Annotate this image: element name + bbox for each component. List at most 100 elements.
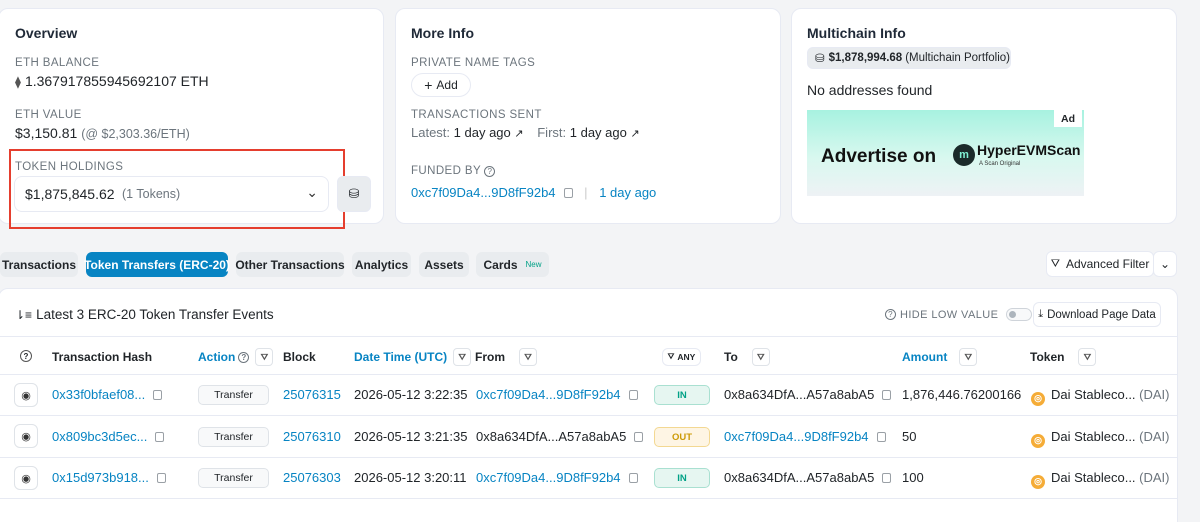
toggle-switch[interactable] bbox=[1006, 308, 1033, 321]
funded-by-address[interactable]: 0xc7f09Da4...9D8fF92b4 bbox=[411, 185, 556, 200]
download-label: Download Page Data bbox=[1047, 308, 1156, 321]
to-address: 0x8a634DfA...A57a8abA5 bbox=[724, 470, 892, 485]
info-icon: ? bbox=[885, 309, 896, 320]
header-from-label: From bbox=[475, 350, 505, 364]
filter-icon[interactable]: ⛛ bbox=[751, 348, 770, 366]
tab-assets[interactable]: Assets bbox=[419, 252, 469, 277]
add-tag-button[interactable]: + Add bbox=[411, 73, 471, 97]
new-badge: New bbox=[525, 260, 542, 269]
table-title: ⇂≡ Latest 3 ERC-20 Token Transfer Events bbox=[15, 307, 274, 322]
datetime: 2026-05-12 3:22:35 bbox=[354, 387, 468, 402]
advanced-filter-button[interactable]: ⛛ Advanced Filter bbox=[1046, 251, 1154, 277]
eye-icon[interactable]: ◉ bbox=[14, 383, 38, 407]
eye-icon[interactable]: ◉ bbox=[14, 424, 38, 448]
token[interactable]: ◎ Dai Stableco... (DAI) bbox=[1031, 387, 1170, 406]
token-holdings-count: (1 Tokens) bbox=[122, 187, 181, 201]
info-icon: ? bbox=[238, 351, 250, 363]
eth-value-amount: $3,150.81 bbox=[15, 125, 78, 141]
token-holdings-dropdown[interactable]: $1,875,845.62 (1 Tokens) ⌄ bbox=[14, 176, 329, 212]
to-address[interactable]: 0xc7f09Da4...9D8fF92b4 bbox=[724, 429, 886, 444]
tx-hash[interactable]: 0x809bc3d5ec... bbox=[52, 429, 165, 444]
copy-icon[interactable] bbox=[563, 188, 573, 198]
header-token-label: Token bbox=[1030, 350, 1065, 364]
chevron-down-icon: ⌄ bbox=[1159, 257, 1171, 271]
filter-icon[interactable]: ⛛ bbox=[255, 348, 274, 366]
funded-by-row: 0xc7f09Da4...9D8fF92b4 | 1 day ago bbox=[411, 185, 656, 200]
copy-icon[interactable] bbox=[156, 473, 166, 483]
overview-title: Overview bbox=[15, 25, 78, 41]
from-address-text[interactable]: 0xc7f09Da4...9D8fF92b4 bbox=[476, 470, 621, 485]
tab-transactions[interactable]: Transactions bbox=[0, 252, 78, 277]
first-value: 1 day ago bbox=[569, 125, 627, 140]
tab-token-transfers[interactable]: Token Transfers (ERC-20) bbox=[84, 252, 230, 277]
ad-banner[interactable]: Ad Advertise on m HyperEVMScan A Scan Or… bbox=[807, 110, 1084, 196]
external-link-icon[interactable]: ↗ bbox=[630, 128, 639, 140]
tab-other-transactions[interactable]: Other Transactions bbox=[235, 252, 345, 277]
external-link-icon[interactable]: ↗ bbox=[514, 128, 523, 140]
funded-by-time[interactable]: 1 day ago bbox=[599, 185, 656, 200]
header-action[interactable]: Action ? ⛛ bbox=[198, 348, 274, 366]
multichain-portfolio-button[interactable]: ⛁ bbox=[337, 176, 371, 212]
filter-icon[interactable]: ⛛ bbox=[1078, 348, 1097, 366]
to-address-text[interactable]: 0xc7f09Da4...9D8fF92b4 bbox=[724, 429, 869, 444]
tx-hash[interactable]: 0x33f0bfaef08... bbox=[52, 387, 163, 402]
from-address-text[interactable]: 0xc7f09Da4...9D8fF92b4 bbox=[476, 387, 621, 402]
filter-icon[interactable]: ⛛ bbox=[959, 348, 978, 366]
tx-sent-values: Latest: 1 day ago ↗ First: 1 day ago ↗ bbox=[411, 125, 640, 140]
token-symbol: (DAI) bbox=[1139, 470, 1170, 485]
ad-brand: HyperEVMScan bbox=[977, 142, 1081, 158]
amount: 1,876,446.76200166 bbox=[902, 387, 1022, 402]
eth-value: $3,150.81 (@ $2,303.36/ETH) bbox=[15, 125, 190, 141]
advanced-filter-dropdown[interactable]: ⌄ bbox=[1153, 251, 1177, 277]
filter-icon[interactable]: ⛛ bbox=[519, 348, 537, 366]
copy-icon[interactable] bbox=[634, 432, 644, 442]
copy-icon[interactable] bbox=[882, 390, 892, 400]
private-tags-label: PRIVATE NAME TAGS bbox=[411, 57, 536, 69]
to-address: 0x8a634DfA...A57a8abA5 bbox=[724, 387, 892, 402]
direction-filter-any[interactable]: ⛛ ANY bbox=[662, 348, 701, 366]
copy-icon[interactable] bbox=[876, 432, 886, 442]
tx-hash-text[interactable]: 0x15d973b918... bbox=[52, 470, 149, 485]
block-number[interactable]: 25076315 bbox=[283, 387, 341, 402]
header-amount[interactable]: Amount ⛛ bbox=[902, 348, 978, 366]
token-name[interactable]: Dai Stableco... bbox=[1051, 387, 1136, 402]
tab-cards[interactable]: Cards New bbox=[476, 252, 549, 277]
token-name[interactable]: Dai Stableco... bbox=[1051, 429, 1136, 444]
copy-icon[interactable] bbox=[153, 390, 163, 400]
multichain-portfolio-badge[interactable]: ⛁ $1,878,994.68 (Multichain Portfolio) bbox=[807, 47, 1011, 69]
more-info-title: More Info bbox=[411, 25, 474, 41]
portfolio-value: $1,878,994.68 bbox=[828, 52, 903, 64]
dai-token-icon: ◎ bbox=[1031, 474, 1045, 489]
block-number[interactable]: 25076310 bbox=[283, 429, 341, 444]
token[interactable]: ◎ Dai Stableco... (DAI) bbox=[1031, 429, 1170, 448]
eth-balance-amount: 1.367917855945692107 ETH bbox=[24, 73, 209, 89]
chevron-down-icon: ⌄ bbox=[306, 184, 318, 200]
filter-icon[interactable]: ⛛ bbox=[453, 348, 472, 366]
tx-hash-text[interactable]: 0x33f0bfaef08... bbox=[52, 387, 145, 402]
header-datetime[interactable]: Date Time (UTC) ⛛ bbox=[354, 348, 472, 366]
copy-icon[interactable] bbox=[882, 473, 892, 483]
header-help: ? bbox=[20, 350, 32, 362]
block-number[interactable]: 25076303 bbox=[283, 470, 341, 485]
header-block: Block bbox=[283, 350, 316, 364]
amount: 100 bbox=[902, 470, 924, 485]
from-address[interactable]: 0xc7f09Da4...9D8fF92b4 bbox=[476, 470, 638, 485]
table-title-text: Latest 3 ERC-20 Token Transfer Events bbox=[36, 307, 274, 322]
hide-low-value-toggle[interactable]: ? HIDE LOW VALUE bbox=[885, 308, 1033, 321]
token-name[interactable]: Dai Stableco... bbox=[1051, 470, 1136, 485]
copy-icon[interactable] bbox=[628, 473, 638, 483]
copy-icon[interactable] bbox=[155, 432, 165, 442]
from-address[interactable]: 0xc7f09Da4...9D8fF92b4 bbox=[476, 387, 638, 402]
header-to-label: To bbox=[724, 350, 738, 364]
datetime: 2026-05-12 3:20:11 bbox=[354, 470, 467, 485]
download-page-data-button[interactable]: ⤓ Download Page Data bbox=[1033, 302, 1161, 327]
token[interactable]: ◎ Dai Stableco... (DAI) bbox=[1031, 470, 1170, 489]
tab-analytics[interactable]: Analytics bbox=[352, 252, 411, 277]
tx-hash[interactable]: 0x15d973b918... bbox=[52, 470, 166, 485]
coins-icon: ⛁ bbox=[348, 186, 360, 201]
copy-icon[interactable] bbox=[628, 390, 638, 400]
eye-icon[interactable]: ◉ bbox=[14, 466, 38, 490]
tx-hash-text[interactable]: 0x809bc3d5ec... bbox=[52, 429, 147, 444]
info-icon: ? bbox=[20, 350, 32, 362]
header-action-label: Action bbox=[198, 350, 236, 364]
